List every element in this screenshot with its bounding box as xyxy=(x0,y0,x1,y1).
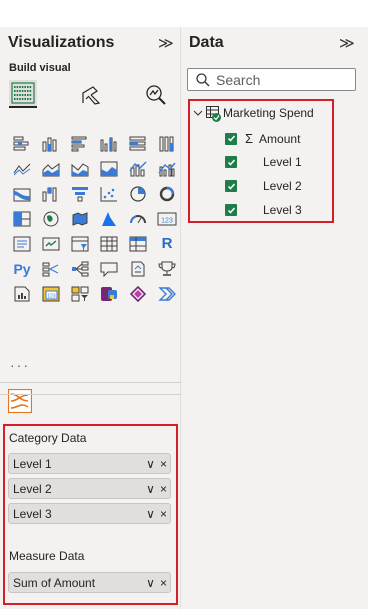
data-pane-title: Data xyxy=(189,34,224,51)
field-pill-level-3[interactable]: Level 3 ∨ × xyxy=(8,503,171,524)
more-visuals-button[interactable]: ··· xyxy=(10,357,30,373)
remove-field-icon[interactable]: × xyxy=(157,503,170,524)
chevron-down-icon[interactable]: ∨ xyxy=(144,503,157,524)
field-pill-label: Level 3 xyxy=(13,506,52,521)
stacked-bar-chart-icon[interactable] xyxy=(8,131,36,156)
report-editor-panes: Visualizations ≫ Build visual 123 R Py 1… xyxy=(0,0,368,609)
visualizations-title: Visualizations xyxy=(8,34,115,51)
field-pill-label: Level 1 xyxy=(13,456,52,471)
chevron-down-icon[interactable]: ∨ xyxy=(144,572,157,593)
stacked-area-chart-icon[interactable] xyxy=(66,156,94,181)
field-pill-level-1[interactable]: Level 1 ∨ × xyxy=(8,453,171,474)
decomposition-tree-icon[interactable] xyxy=(66,256,94,281)
field-pill-label: Sum of Amount xyxy=(13,575,96,590)
100-stacked-bar-chart-icon[interactable] xyxy=(124,131,152,156)
field-label: Level 1 xyxy=(263,155,302,169)
field-pill-level-2[interactable]: Level 2 ∨ × xyxy=(8,478,171,499)
matrix-icon[interactable] xyxy=(124,231,152,256)
treemap-icon[interactable] xyxy=(8,206,36,231)
pie-chart-icon[interactable] xyxy=(124,181,152,206)
top-strip xyxy=(0,0,368,27)
table-name: Marketing Spend xyxy=(223,106,314,120)
multi-row-card-icon[interactable] xyxy=(8,231,36,256)
collapse-data-pane-icon[interactable]: ≫ xyxy=(339,36,355,52)
funnel-chart-icon[interactable] xyxy=(66,181,94,206)
100-stacked-area-chart-icon[interactable] xyxy=(95,156,123,181)
table-icon xyxy=(206,106,222,122)
field-pill-label: Level 2 xyxy=(13,481,52,496)
checkbox-checked[interactable] xyxy=(225,156,237,168)
collapse-visualizations-icon[interactable]: ≫ xyxy=(158,36,174,52)
clustered-bar-chart-icon[interactable] xyxy=(66,131,94,156)
smart-narrative-icon[interactable] xyxy=(124,256,152,281)
remove-field-icon[interactable]: × xyxy=(157,453,170,474)
card-icon[interactable]: 123 xyxy=(153,206,181,231)
divider xyxy=(0,394,181,395)
field-pill-sum-of-amount[interactable]: Sum of Amount ∨ × xyxy=(8,572,171,593)
arrow-chevron-icon[interactable] xyxy=(153,281,181,306)
search-icon xyxy=(196,72,210,86)
azure-map-icon[interactable] xyxy=(95,206,123,231)
stacked-column-chart-icon[interactable] xyxy=(37,131,65,156)
chevron-down-icon[interactable] xyxy=(193,108,203,118)
slicer-icon[interactable] xyxy=(66,231,94,256)
scatter-chart-icon[interactable] xyxy=(95,181,123,206)
kpi-icon[interactable] xyxy=(37,231,65,256)
paginated-report-icon[interactable] xyxy=(8,281,36,306)
remove-field-icon[interactable]: × xyxy=(157,478,170,499)
remove-field-icon[interactable]: × xyxy=(157,572,170,593)
field-label: Amount xyxy=(259,131,301,146)
power-automate-icon[interactable] xyxy=(124,281,152,306)
field-level-3[interactable]: Level 3 xyxy=(225,203,302,217)
field-level-2[interactable]: Level 2 xyxy=(225,179,302,193)
qa-icon[interactable] xyxy=(95,256,123,281)
chevron-down-icon[interactable]: ∨ xyxy=(144,478,157,499)
visual-type-gallery: 123 R Py 123 xyxy=(8,131,181,306)
power-apps-icon[interactable] xyxy=(95,281,123,306)
field-level-1[interactable]: Level 1 xyxy=(225,155,302,169)
line-chart-icon[interactable] xyxy=(8,156,36,181)
checkbox-checked[interactable] xyxy=(225,204,237,216)
chevron-down-icon[interactable]: ∨ xyxy=(144,453,157,474)
table-icon[interactable] xyxy=(95,231,123,256)
button-slicer-icon[interactable] xyxy=(66,281,94,306)
100-stacked-column-chart-icon[interactable] xyxy=(153,131,181,156)
build-visual-icon[interactable] xyxy=(9,80,37,108)
visualizations-pane: Visualizations ≫ Build visual 123 R Py 1… xyxy=(0,27,181,609)
goals-icon[interactable] xyxy=(153,256,181,281)
svg-text:123: 123 xyxy=(161,217,173,224)
table-marketing-spend[interactable]: Marketing Spend xyxy=(193,106,314,122)
checkbox-checked[interactable] xyxy=(225,180,237,192)
build-visual-label: Build visual xyxy=(9,62,71,74)
checkbox-checked[interactable] xyxy=(225,132,237,145)
sigma-icon: Σ xyxy=(245,131,254,146)
filled-map-icon[interactable] xyxy=(66,206,94,231)
waterfall-chart-icon[interactable] xyxy=(37,181,65,206)
format-visual-icon[interactable] xyxy=(77,81,105,109)
analytics-icon[interactable] xyxy=(142,81,170,109)
field-amount[interactable]: Σ Amount xyxy=(225,131,300,146)
donut-chart-icon[interactable] xyxy=(153,181,181,206)
search-placeholder: Search xyxy=(216,71,261,88)
key-influencers-icon[interactable] xyxy=(37,256,65,281)
well-title-measure: Measure Data xyxy=(9,549,85,563)
svg-text:123: 123 xyxy=(47,293,56,299)
field-label: Level 2 xyxy=(263,179,302,193)
divider xyxy=(0,382,181,383)
gauge-icon[interactable] xyxy=(124,206,152,231)
new-card-icon[interactable]: 123 xyxy=(37,281,65,306)
clustered-column-chart-icon[interactable] xyxy=(95,131,123,156)
sankey-custom-visual-icon[interactable] xyxy=(7,388,33,414)
line-clustered-column-chart-icon[interactable] xyxy=(153,156,181,181)
well-title-category: Category Data xyxy=(9,431,87,445)
r-visual-icon[interactable]: R xyxy=(153,231,181,256)
area-chart-icon[interactable] xyxy=(37,156,65,181)
line-stacked-column-chart-icon[interactable] xyxy=(124,156,152,181)
map-icon[interactable] xyxy=(37,206,65,231)
field-label: Level 3 xyxy=(263,203,302,217)
search-input[interactable]: Search xyxy=(187,68,356,91)
ribbon-chart-icon[interactable] xyxy=(8,181,36,206)
checkmark-badge-icon xyxy=(212,113,221,122)
python-visual-icon[interactable]: Py xyxy=(8,256,36,281)
